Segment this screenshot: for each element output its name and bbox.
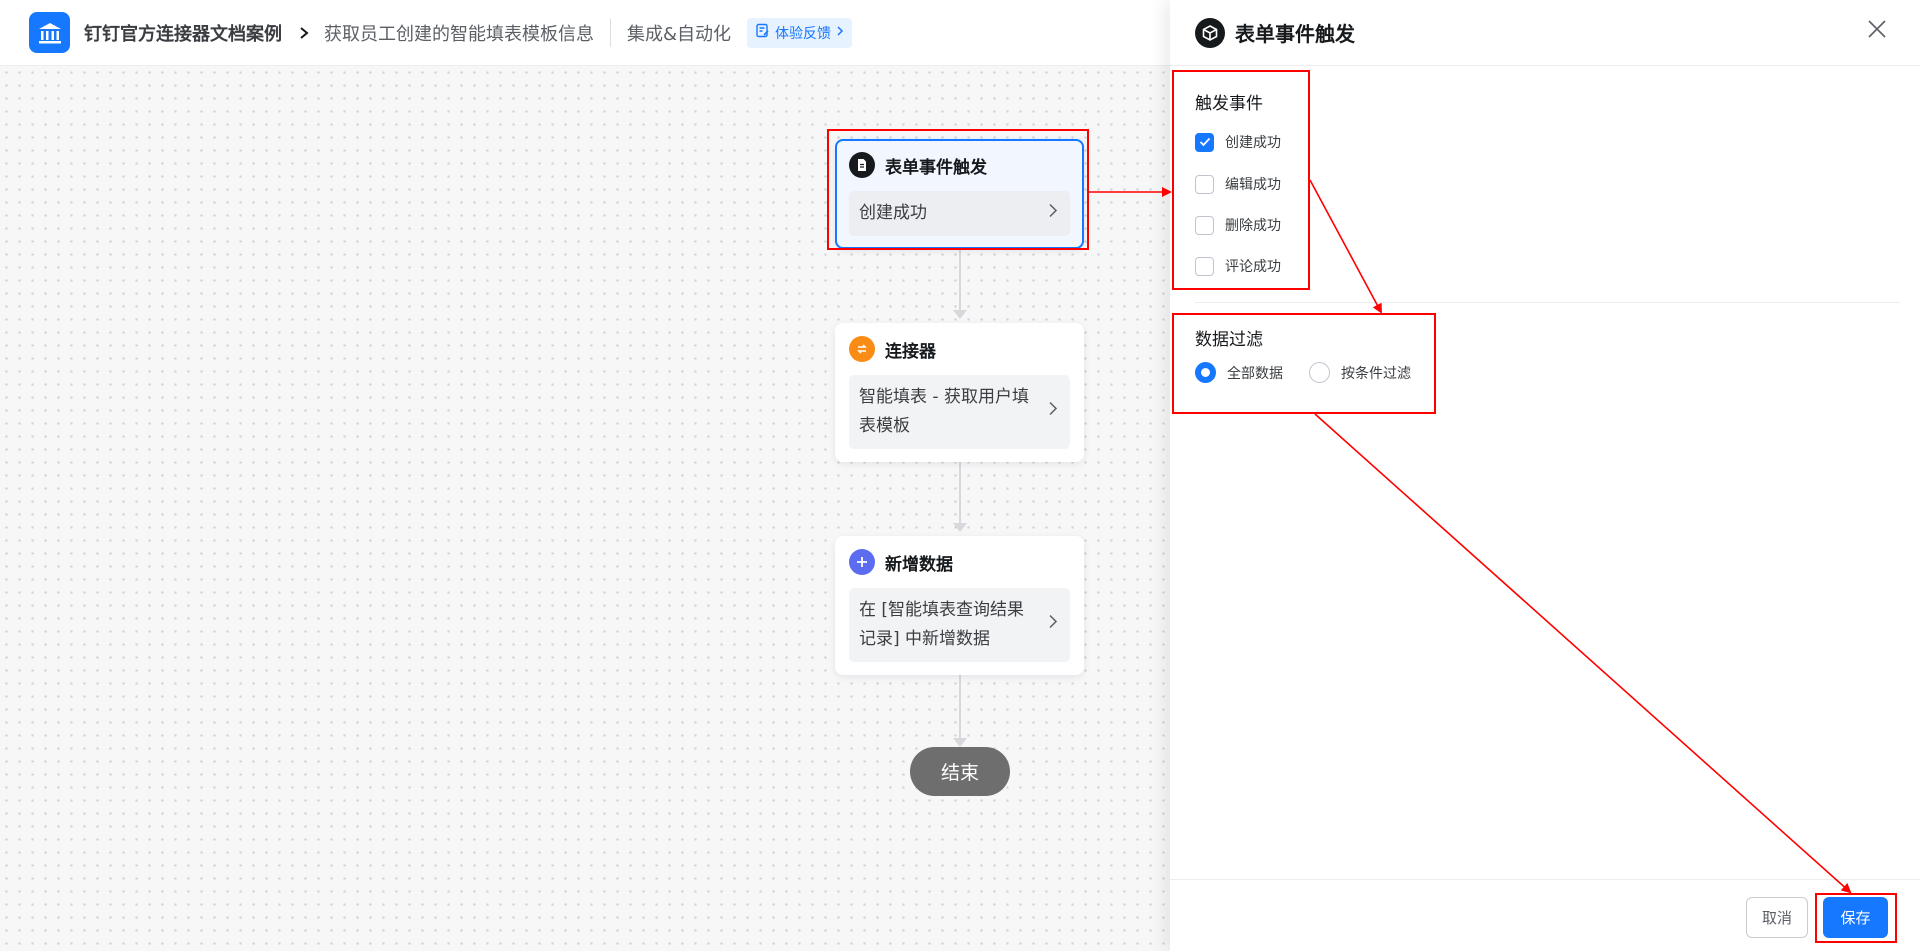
filter-option-conditional[interactable]: 按条件过滤 bbox=[1309, 362, 1411, 383]
page-name[interactable]: 获取员工创建的智能填表模板信息 bbox=[324, 20, 594, 46]
connector-line bbox=[959, 453, 961, 525]
chevron-right-icon bbox=[1048, 199, 1058, 228]
radio[interactable] bbox=[1309, 362, 1330, 383]
checkbox[interactable] bbox=[1195, 174, 1214, 194]
bank-icon[interactable] bbox=[29, 12, 70, 53]
trigger-option-label: 删除成功 bbox=[1225, 218, 1281, 234]
trigger-option-label: 编辑成功 bbox=[1225, 177, 1281, 193]
plus-icon bbox=[849, 549, 875, 575]
filter-option-all[interactable]: 全部数据 bbox=[1195, 362, 1283, 383]
connector-node-title: 连接器 bbox=[885, 341, 936, 362]
trigger-option-label: 评论成功 bbox=[1225, 259, 1281, 275]
trigger-node[interactable]: 表单事件触发 创建成功 bbox=[835, 139, 1084, 249]
panel-header: 表单事件触发 bbox=[1170, 0, 1920, 66]
chevron-right-icon bbox=[1048, 611, 1058, 640]
save-button[interactable]: 保存 bbox=[1823, 897, 1888, 938]
close-icon[interactable] bbox=[1867, 19, 1887, 43]
app-name[interactable]: 钉钉官方连接器文档案例 bbox=[84, 20, 282, 46]
trigger-node-body[interactable]: 创建成功 bbox=[849, 191, 1070, 236]
trigger-events-label: 触发事件 bbox=[1195, 94, 1263, 114]
checkbox-checked[interactable] bbox=[1195, 132, 1214, 152]
add-data-node-title: 新增数据 bbox=[885, 554, 953, 575]
chevron-right-icon bbox=[836, 25, 844, 41]
connector-node-body[interactable]: 智能填表 - 获取用户填表模板 bbox=[849, 375, 1070, 449]
checkbox[interactable] bbox=[1195, 256, 1214, 276]
filter-option-label: 按条件过滤 bbox=[1341, 365, 1411, 382]
connector-line bbox=[959, 241, 961, 312]
panel-divider bbox=[1195, 302, 1900, 303]
connector-node[interactable]: 连接器 智能填表 - 获取用户填表模板 bbox=[835, 323, 1084, 462]
trigger-option-delete[interactable]: 删除成功 bbox=[1195, 215, 1281, 235]
cube-icon bbox=[1195, 17, 1225, 48]
trigger-option-comment[interactable]: 评论成功 bbox=[1195, 256, 1281, 276]
filter-option-label: 全部数据 bbox=[1227, 365, 1283, 382]
arrow-down-icon bbox=[953, 738, 967, 747]
connector-node-summary: 智能填表 - 获取用户填表模板 bbox=[859, 387, 1029, 436]
data-filter-label: 数据过滤 bbox=[1195, 330, 1263, 350]
add-data-node[interactable]: 新增数据 在 [智能填表查询结果记录] 中新增数据 bbox=[835, 536, 1084, 675]
trigger-node-summary: 创建成功 bbox=[859, 203, 927, 223]
form-document-icon bbox=[849, 152, 875, 178]
panel-title: 表单事件触发 bbox=[1235, 22, 1355, 46]
arrow-down-icon bbox=[953, 310, 967, 319]
chevron-right-icon bbox=[1048, 398, 1058, 427]
trigger-option-edit[interactable]: 编辑成功 bbox=[1195, 174, 1281, 194]
arrow-down-icon bbox=[953, 523, 967, 532]
add-data-node-body[interactable]: 在 [智能填表查询结果记录] 中新增数据 bbox=[849, 588, 1070, 662]
trigger-settings-panel: 表单事件触发 bbox=[1170, 0, 1920, 951]
feedback-button[interactable]: 体验反馈 bbox=[747, 17, 853, 48]
connector-line bbox=[959, 666, 961, 740]
panel-footer-divider bbox=[1170, 879, 1920, 880]
checkbox[interactable] bbox=[1195, 215, 1214, 235]
feedback-icon bbox=[755, 23, 770, 42]
chevron-right-icon bbox=[298, 26, 310, 40]
header-divider bbox=[610, 18, 611, 47]
trigger-option-create[interactable]: 创建成功 bbox=[1195, 132, 1281, 152]
section-name[interactable]: 集成&自动化 bbox=[627, 20, 731, 46]
trigger-node-title: 表单事件触发 bbox=[885, 157, 987, 178]
trigger-option-label: 创建成功 bbox=[1225, 135, 1281, 151]
add-data-node-summary: 在 [智能填表查询结果记录] 中新增数据 bbox=[859, 600, 1025, 649]
end-node[interactable]: 结束 bbox=[910, 747, 1010, 796]
feedback-label: 体验反馈 bbox=[775, 25, 832, 42]
connector-icon bbox=[849, 336, 875, 362]
radio-selected[interactable] bbox=[1195, 362, 1216, 383]
cancel-button[interactable]: 取消 bbox=[1746, 897, 1808, 938]
